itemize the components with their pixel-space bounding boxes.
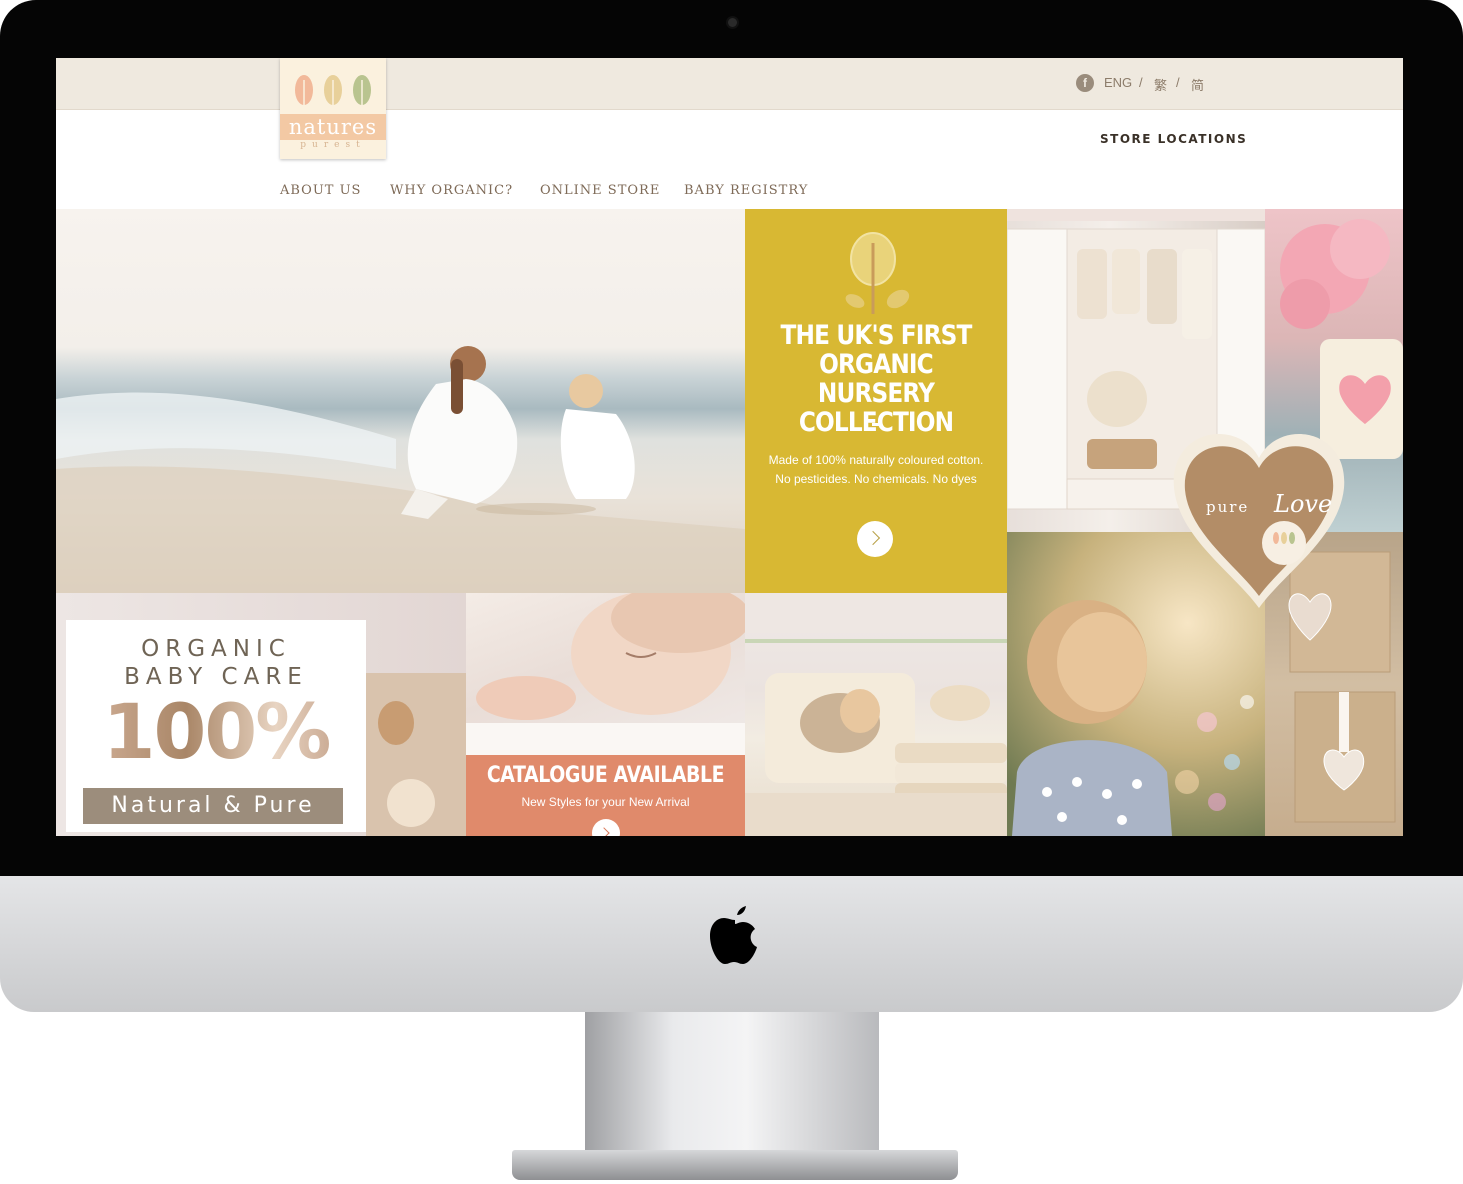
website-screen: f ENG / 繁 / 简 natures purest STORE LOCAT… (56, 58, 1403, 836)
lang-simplified[interactable]: 简 (1191, 75, 1204, 94)
tree-icon (845, 232, 910, 314)
lang-separator: / (1139, 75, 1143, 90)
leaves-icon (295, 75, 371, 112)
catalogue-subtitle: New Styles for your New Arrival (521, 795, 690, 809)
organic-baby-care-tile[interactable]: ORGANIC BABY CARE 100% Natural & Pure (56, 593, 466, 836)
natural-pure-banner: Natural & Pure (83, 788, 343, 824)
lang-eng[interactable]: ENG (1104, 75, 1132, 90)
catalogue-title: CATALOGUE AVAILABLE (486, 763, 725, 788)
promo-title: THE UK'S FIRST ORGANIC NURSERY COLLECTIO… (763, 321, 988, 437)
promo-description: Made of 100% naturally coloured cotton. … (745, 451, 1007, 489)
sleeping-baby-photo[interactable] (466, 593, 745, 755)
toys-illustration (366, 673, 466, 836)
nav-why-organic[interactable]: WHY ORGANIC? (390, 183, 513, 198)
nav-about-us[interactable]: ABOUT US (280, 183, 361, 198)
promo-arrow-button[interactable] (857, 521, 893, 557)
brand-logo[interactable]: natures purest (280, 58, 386, 159)
pure-love-heart-tag (1173, 434, 1345, 608)
organic-card: ORGANIC BABY CARE 100% Natural & Pure (66, 620, 366, 832)
heart-love-text: Love (1274, 490, 1333, 518)
hero-beach-photo[interactable] (56, 209, 745, 593)
facebook-icon[interactable]: f (1076, 74, 1094, 92)
logo-subtitle: purest (300, 140, 366, 150)
elephant-bedding-illustration (745, 593, 1007, 836)
elephant-bedding-photo[interactable] (745, 593, 1007, 836)
lang-traditional[interactable]: 繁 (1154, 75, 1167, 94)
monitor-foot (512, 1150, 958, 1180)
catalogue-banner[interactable]: CATALOGUE AVAILABLE New Styles for your … (466, 755, 745, 836)
hundred-percent-text: 100% (66, 692, 366, 772)
apple-logo-icon (710, 906, 757, 964)
monitor-stand (585, 1012, 879, 1162)
nav-baby-registry[interactable]: BABY REGISTRY (684, 183, 808, 198)
promo-desc-line: Made of 100% naturally coloured cotton. (768, 453, 984, 467)
promo-desc-line: No pesticides. No chemicals. No dyes (775, 472, 977, 486)
organic-collection-promo[interactable]: THE UK'S FIRST ORGANIC NURSERY COLLECTIO… (745, 209, 1007, 593)
nav-online-store[interactable]: ONLINE STORE (540, 183, 660, 198)
baby-illustration (466, 593, 745, 755)
camera-icon (728, 18, 737, 27)
organic-heading: ORGANIC (141, 636, 291, 662)
mother-child-illustration (56, 346, 745, 593)
top-bar: f ENG / 繁 / 简 (56, 58, 1403, 110)
promo-title-line: THE UK'S FIRST (780, 320, 973, 351)
store-locations-link[interactable]: STORE LOCATIONS (1100, 132, 1247, 146)
promo-divider (872, 423, 880, 426)
lang-separator: / (1176, 75, 1180, 90)
logo-wordmark: natures (280, 114, 386, 140)
heart-pure-text: pure (1206, 498, 1250, 516)
catalogue-arrow-button[interactable] (592, 819, 620, 836)
promo-title-line: ORGANIC NURSERY (817, 349, 935, 409)
